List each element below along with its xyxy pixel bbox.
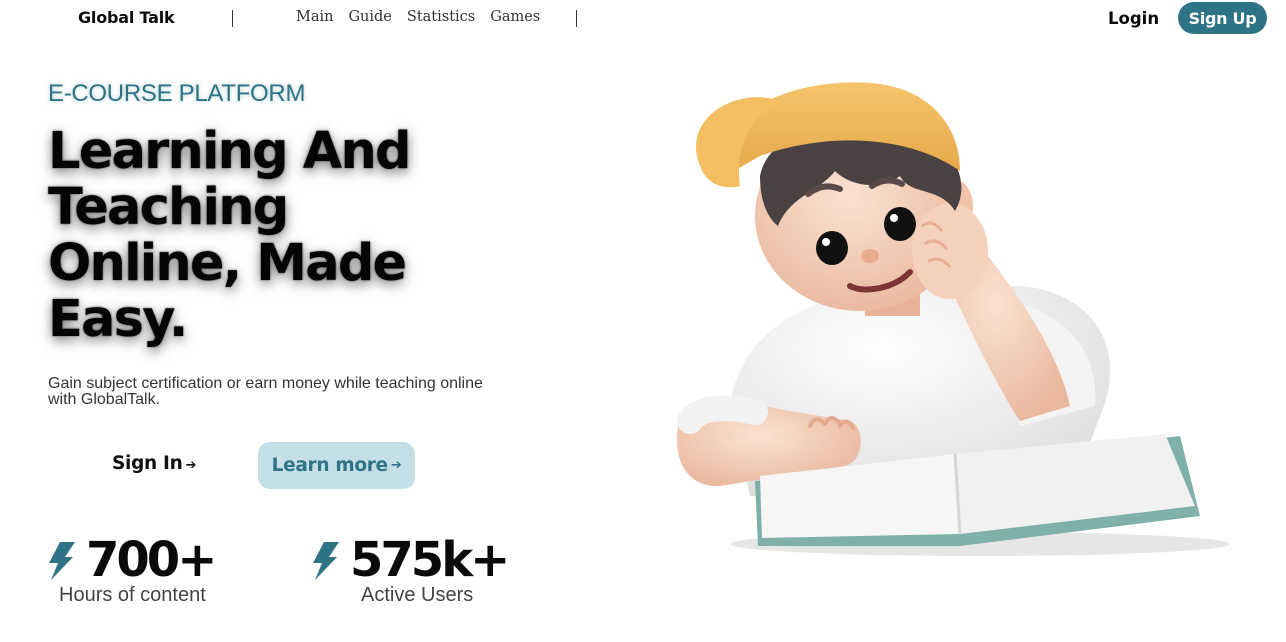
nav-divider: [576, 10, 577, 27]
nav-link-games[interactable]: Games: [490, 9, 540, 25]
nav-link-guide[interactable]: Guide: [348, 9, 391, 25]
login-button[interactable]: Login: [1108, 9, 1159, 28]
learn-more-button[interactable]: Learn more ➔: [258, 442, 415, 489]
headline-line: Easy.: [48, 290, 188, 349]
arrow-right-icon: ➔: [390, 458, 402, 473]
nav-link-main[interactable]: Main: [296, 9, 333, 25]
stat-label: Active Users: [361, 584, 474, 606]
learn-more-label: Learn more: [271, 455, 389, 476]
nav-link-statistics[interactable]: Statistics: [407, 9, 475, 25]
hero-eyebrow: E-COURSE PLATFORM: [48, 80, 306, 107]
nav-divider: [232, 10, 233, 27]
brand-logo[interactable]: Global Talk: [78, 8, 175, 27]
stat-label: Hours of content: [59, 584, 206, 606]
lightning-icon: [313, 542, 339, 580]
signup-button[interactable]: Sign Up: [1178, 2, 1267, 34]
hero-headline: Learning And Teaching Online, Made Easy.: [48, 124, 528, 348]
stat-value: 700+: [86, 532, 217, 588]
lightning-icon: [49, 542, 75, 580]
headline-line: Learning And: [48, 122, 412, 181]
sign-in-label: Sign In: [112, 453, 183, 474]
nav-menu: Main Guide Statistics Games: [296, 9, 555, 25]
arrow-right-icon: ➔: [185, 458, 197, 473]
top-navigation: Global Talk Main Guide Statistics Games …: [0, 0, 1286, 40]
hero-subtitle: Gain subject certification or earn money…: [48, 375, 483, 408]
sign-in-button[interactable]: Sign In ➔: [112, 453, 196, 474]
headline-line: Online, Made: [48, 234, 407, 293]
headline-line: Teaching: [48, 178, 289, 237]
boy-reading-book-illustration: [676, 82, 1230, 556]
stat-value: 575k+: [350, 532, 510, 588]
